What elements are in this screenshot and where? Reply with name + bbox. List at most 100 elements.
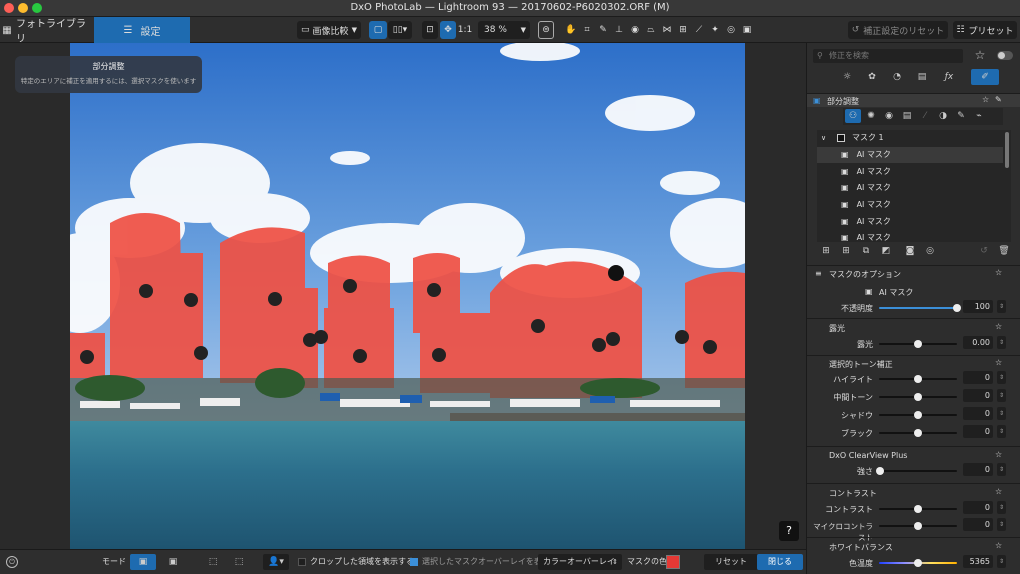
add-mask-icon[interactable]: ⊞ [819,244,833,258]
microcontrast-slider[interactable] [879,522,957,530]
show-overlay-checkbox[interactable] [410,558,418,566]
perspective-icon[interactable]: ⏢ [644,21,658,39]
clearview-stepper[interactable]: ⇕ [997,463,1006,476]
retouch-icon[interactable]: ⊞ [676,21,690,39]
exposure-slider[interactable] [879,340,957,348]
temperature-stepper[interactable]: ⇕ [997,555,1006,568]
user-mask-icon[interactable]: 👤▾ [263,554,289,570]
star-icon[interactable]: ☆ [995,322,1002,331]
star-icon[interactable]: ☆ [995,358,1002,367]
contrast-value[interactable]: 0 [963,501,993,514]
control-line-tool-icon[interactable]: ◉ [881,109,897,123]
duplicate-icon[interactable]: ⧉ [859,244,873,258]
contrast-slider[interactable] [879,505,957,513]
geometry-icon[interactable]: ▤ [912,69,932,85]
crop-icon[interactable]: ⌗ [580,21,594,39]
eye-icon[interactable]: ◎ [724,21,738,39]
grid-icon[interactable]: ▦ [2,21,12,39]
midtone-stepper[interactable]: ⇕ [997,389,1006,402]
black-slider-knob[interactable] [914,429,922,437]
paint-icon[interactable]: ⌁ [971,109,987,123]
hand-icon[interactable]: ✋ [564,21,578,39]
effects-icon[interactable]: ƒx [939,69,959,85]
mask-item[interactable]: ▣ AI マスク [817,180,1003,197]
shadow-value[interactable]: 0 [963,407,993,420]
tab-settings[interactable]: ☰ 設定 [94,17,190,43]
straighten-icon[interactable]: ⊜ [538,21,554,39]
eye-icon[interactable]: ◎ [923,244,937,258]
help-button[interactable]: ? [779,521,799,541]
trash-icon[interactable]: 🗑 [997,244,1011,258]
midtone-slider-knob[interactable] [914,393,922,401]
contrast-stepper[interactable]: ⇕ [997,501,1006,514]
image-viewer[interactable]: 部分調整 特定のエリアに補正を適用するには、選択マスクを使います ? [0,43,806,549]
single-view-icon[interactable]: ▢ [369,21,387,39]
ai-mask-mode-icon[interactable]: ▣ [130,554,156,570]
detail-icon[interactable]: ◔ [887,69,907,85]
tab-photo-library[interactable]: フォトライブラリ [16,19,92,45]
zoom-select[interactable]: 38 % ▼ [478,21,530,39]
volume-deformation-icon[interactable]: ⋈ [660,21,674,39]
mask-list[interactable]: ∨ マスク 1 ▣ AI マスク ▣ AI マスク ▣ AI マスク ▣ AI マスク … [817,130,1011,242]
fit-icon[interactable]: ⊡ [422,21,438,39]
undo-icon[interactable]: ↺ [977,244,991,258]
opacity-slider[interactable] [879,304,961,312]
brush-icon[interactable]: ✎ [953,109,969,123]
mask-color-swatch[interactable] [666,555,680,569]
black-stepper[interactable]: ⇕ [997,425,1006,438]
overlay-type-select[interactable]: カラーオーバーレイ ⇕ [538,554,622,570]
local-adjust-icon[interactable]: ✦ [708,21,722,39]
microcontrast-value[interactable]: 0 [963,518,993,531]
move-icon[interactable]: ✥ [440,21,456,39]
highlight-value[interactable]: 0 [963,371,993,384]
star-icon[interactable]: ☆ [973,48,987,62]
microcontrast-slider-knob[interactable] [914,522,922,530]
search-input[interactable]: ⚲ 修正を検索 [813,49,963,63]
star-icon[interactable]: ☆ [982,95,989,104]
compare-button[interactable]: ▭ 画像比較 ▼ [297,21,361,39]
split-view-icon[interactable]: ▯▯▾ [388,21,412,39]
opacity-value[interactable]: 100 [963,300,993,313]
star-icon[interactable]: ☆ [995,487,1002,496]
visibility-checkbox[interactable] [837,134,845,142]
favorites-toggle[interactable] [997,51,1013,60]
mask-item[interactable]: ▣ AI マスク [817,164,1003,181]
opacity-slider-knob[interactable] [953,304,961,312]
invert-icon[interactable]: ◩ [879,244,893,258]
clearview-slider-knob[interactable] [876,467,884,475]
brush-mode-icon[interactable]: ▣ [162,554,184,570]
clearview-value[interactable]: 0 [963,463,993,476]
settings-icon[interactable]: ⏻ [6,556,18,568]
exposure-stepper[interactable]: ⇕ [997,336,1006,349]
pin-icon[interactable]: ✎ [995,95,1002,104]
add-to-mask-icon[interactable]: ⊞ [839,244,853,258]
midtone-slider[interactable] [879,393,957,401]
mask-group-row[interactable]: ∨ マスク 1 [817,130,1003,146]
star-icon[interactable]: ☆ [995,450,1002,459]
mask-item[interactable]: ▣ AI マスク [817,230,1003,242]
control-point-tool-icon[interactable]: ✺ [863,109,879,123]
temperature-slider[interactable] [879,559,957,567]
mask-item[interactable]: ▣ AI マスク [817,147,1003,164]
ai-mask-tool-icon[interactable]: ⚇ [845,109,861,123]
eraser-icon[interactable]: ⁄ [917,109,933,123]
highlight-slider[interactable] [879,375,957,383]
close-button[interactable]: 閉じる [757,554,803,570]
light-icon[interactable]: ☼ [837,69,857,85]
mask-list-scrollbar[interactable] [1005,132,1009,168]
highlight-slider-knob[interactable] [914,375,922,383]
color-icon[interactable]: ✿ [862,69,882,85]
shadow-slider[interactable] [879,411,957,419]
graduated-filter-icon[interactable]: ⬚ [202,554,224,570]
shadow-stepper[interactable]: ⇕ [997,407,1006,420]
microcontrast-stepper[interactable]: ⇕ [997,518,1006,531]
redeye-icon[interactable]: ◉ [628,21,642,39]
watermark-icon[interactable]: ▣ [740,21,754,39]
show-crop-checkbox[interactable] [298,558,306,566]
exposure-value[interactable]: 0.00 [963,336,993,349]
ratio-button[interactable]: 1:1 [458,21,472,39]
temperature-value[interactable]: 5365 [963,555,993,568]
reset-button[interactable]: リセット [704,554,758,570]
black-value[interactable]: 0 [963,425,993,438]
star-icon[interactable]: ☆ [995,541,1002,550]
